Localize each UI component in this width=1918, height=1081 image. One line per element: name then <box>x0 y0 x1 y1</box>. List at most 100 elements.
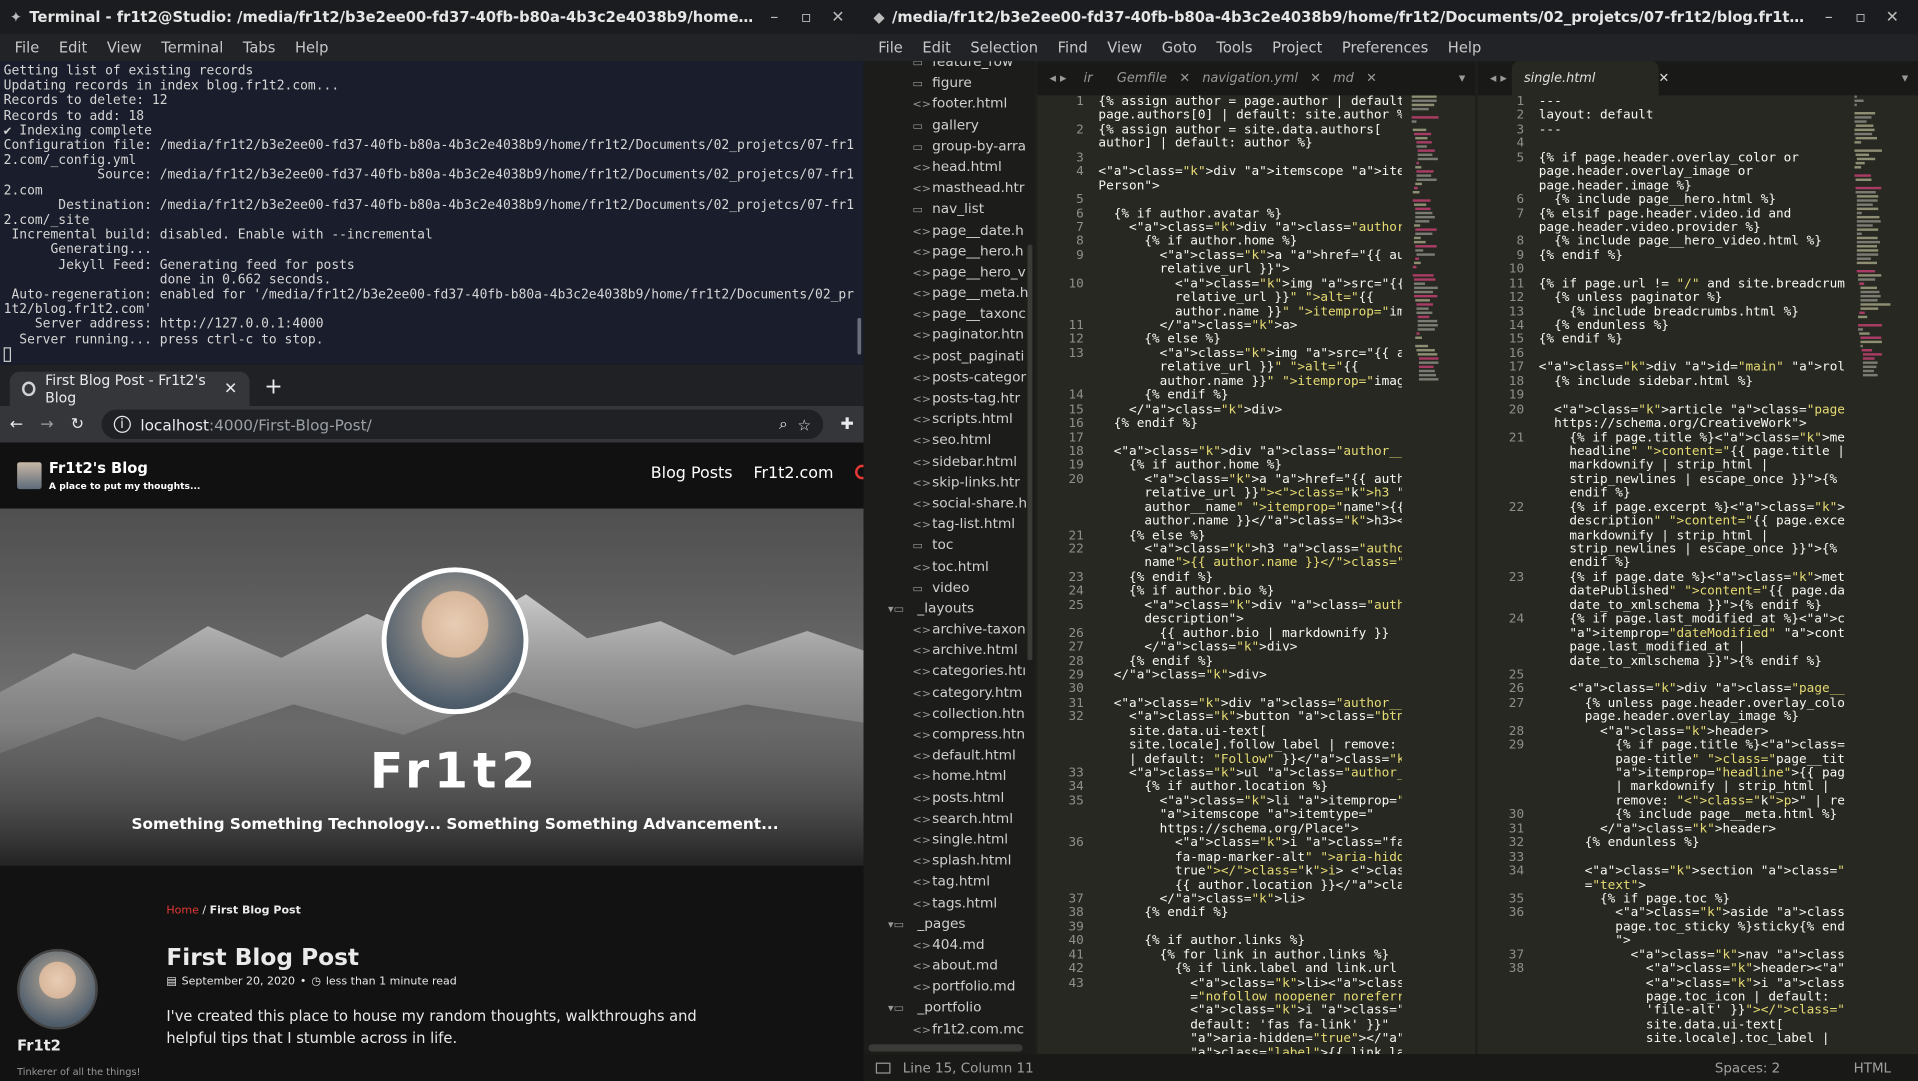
tree-file[interactable]: <>page__date.h <box>864 219 1035 240</box>
code-line[interactable]: 'file-alt' }}"></">class="k">i> {{ <box>1539 1003 1845 1018</box>
search-icon[interactable] <box>855 464 864 480</box>
code-line[interactable]: site.locale].toc_label | <box>1539 1031 1845 1046</box>
tree-file[interactable]: <>social-share.h <box>864 493 1035 514</box>
menu-project[interactable]: Project <box>1262 39 1332 56</box>
code-line[interactable]: "a">itemscope "a">itemtype=" <box>1098 807 1401 823</box>
tree-file[interactable]: <>tags.html <box>864 892 1035 913</box>
minimize-icon[interactable]: – <box>758 8 790 26</box>
close-tab-icon[interactable]: ✕ <box>224 380 237 398</box>
minimize-icon[interactable]: – <box>1813 8 1845 26</box>
tree-file[interactable]: <>search.html <box>864 808 1035 829</box>
tree-file[interactable]: <>home.html <box>864 766 1035 787</box>
new-tab-icon[interactable]: + <box>250 374 298 406</box>
code-line[interactable]: {% endunless %} <box>1539 835 1845 851</box>
code-line[interactable]: <"a">class="k">div "a">class="page__inne… <box>1539 682 1844 697</box>
tree-file[interactable]: <>page__hero_v <box>864 262 1035 283</box>
menu-edit[interactable]: Edit <box>49 39 97 56</box>
status-syntax[interactable]: HTML <box>1854 1060 1891 1076</box>
tree-folder[interactable]: ▾▭ _layouts <box>864 598 1035 619</box>
tree-folder[interactable]: ▭ feature_row <box>864 61 1035 72</box>
code-line[interactable]: date_to_xmlschema }}">{% endif %} <box>1539 654 1845 669</box>
terminal-titlebar[interactable]: ✦ Terminal - fr1t2@Studio: /media/fr1t2/… <box>0 0 864 35</box>
browser-tab[interactable]: First Blog Post - Fr1t2's Blog ✕ <box>9 371 250 406</box>
tree-file[interactable]: <>archive.html <box>864 640 1035 661</box>
code-line[interactable]: author.name }}</"a">class="k">h3></"a">c… <box>1098 514 1401 529</box>
code-line[interactable]: {% unless paginator %} <box>1539 290 1845 305</box>
code-line[interactable]: </"a">class="k">div> <box>1098 640 1401 655</box>
tree-file[interactable]: <>paginator.htn <box>864 325 1035 346</box>
tree-file[interactable]: <>skip-links.htr <box>864 472 1035 493</box>
bookmark-star-icon[interactable]: ☆ <box>797 415 811 433</box>
code-line[interactable]: <"a">class="k">div "a">id="main" "a">rol… <box>1539 360 1845 375</box>
code-line[interactable]: {% endif %} <box>1539 248 1845 263</box>
code-line[interactable]: description"> <box>1098 612 1401 627</box>
breadcrumb-home[interactable]: Home <box>166 905 199 917</box>
code-line[interactable]: {% if author.links %} <box>1098 933 1401 949</box>
tree-file[interactable]: <>sidebar.html <box>864 451 1035 472</box>
code-line[interactable]: author] | default: author %} <box>1098 136 1401 151</box>
tab-close-icon[interactable]: ✕ <box>1659 71 1670 86</box>
menu-preferences[interactable]: Preferences <box>1332 39 1438 56</box>
tree-file[interactable]: <>page__hero.h <box>864 241 1035 262</box>
menu-tools[interactable]: Tools <box>1207 39 1263 56</box>
tree-folder[interactable]: ▾▭ _portfolio <box>864 997 1035 1018</box>
menu-tabs[interactable]: Tabs <box>233 39 285 56</box>
tab-close-icon[interactable]: ✕ <box>1366 71 1377 86</box>
tree-folder[interactable]: ▭ toc <box>864 535 1035 556</box>
code-line[interactable] <box>1098 193 1401 207</box>
tree-file[interactable]: <>category.htm <box>864 682 1035 703</box>
tree-file[interactable]: <>fr1t2.com.mc <box>864 1018 1035 1039</box>
code-line[interactable]: name">{{ author.name }}</">class="k">h3> <box>1098 556 1401 571</box>
nav-fr1t2-com[interactable]: Fr1t2.com <box>753 465 833 483</box>
tree-file[interactable]: <>404.md <box>864 934 1035 955</box>
menu-help[interactable]: Help <box>1438 39 1491 56</box>
code-line[interactable]: page.authors[0] | default: site.author %… <box>1098 108 1401 123</box>
terminal-output[interactable]: Getting list of existing records Updatin… <box>0 61 854 365</box>
code-line[interactable]: {% include sidebar.html %} <box>1539 374 1845 389</box>
menu-goto[interactable]: Goto <box>1152 39 1207 56</box>
back-icon[interactable]: ← <box>10 415 23 433</box>
tab-md[interactable]: md <box>1321 61 1366 95</box>
tree-file[interactable]: <>tag-list.html <box>864 514 1035 535</box>
menu-view[interactable]: View <box>97 39 151 56</box>
tree-file[interactable]: <>compress.htn <box>864 724 1035 745</box>
tab-ir[interactable]: ir <box>1071 61 1104 95</box>
minimap-left[interactable] <box>1411 95 1466 1054</box>
tree-file[interactable]: <>default.html <box>864 745 1035 766</box>
tree-file[interactable]: <>seo.html <box>864 430 1035 451</box>
menu-edit[interactable]: Edit <box>913 39 961 56</box>
site-info-icon[interactable]: i <box>113 415 131 433</box>
code-line[interactable]: page.last_modified_at | <box>1539 640 1845 655</box>
maximize-icon[interactable]: ▫ <box>790 8 822 26</box>
status-indentation[interactable]: Spaces: 2 <box>1715 1060 1780 1076</box>
tree-folder[interactable]: ▭ figure <box>864 72 1035 93</box>
sidebar-hscrollbar[interactable] <box>868 1044 1023 1052</box>
tree-file[interactable]: <>single.html <box>864 829 1035 850</box>
tab-navigation-yml[interactable]: navigation.yml <box>1190 61 1310 95</box>
menu-find[interactable]: Find <box>1048 39 1098 56</box>
code-line[interactable]: {% include page__hero_video.html %} <box>1539 234 1845 249</box>
tree-file[interactable]: <>post_paginati <box>864 346 1035 367</box>
code-line[interactable]: page.header.overlay_image or <box>1539 164 1845 179</box>
code-line[interactable]: <"a">class="k">div "a">itemscope "a">ite… <box>1098 164 1401 179</box>
close-icon[interactable]: ✕ <box>1876 8 1908 26</box>
tree-folder[interactable]: ▭ video <box>864 577 1035 598</box>
maximize-icon[interactable]: ▫ <box>1845 8 1877 26</box>
tab-close-icon[interactable]: ✕ <box>1179 71 1190 86</box>
menu-help[interactable]: Help <box>285 39 338 56</box>
scroll-thumb[interactable] <box>857 317 862 355</box>
forward-icon[interactable]: → <box>40 415 53 433</box>
tree-file[interactable]: <>page__meta.h <box>864 283 1035 304</box>
code-view-right[interactable]: --- layout: default --- {% if page.header.o… <box>1539 95 1845 1054</box>
tree-file[interactable]: <>scripts.html <box>864 409 1035 430</box>
code-line[interactable]: markdownify | strip_html | <box>1539 458 1845 473</box>
tree-file[interactable]: <>head.html <box>864 156 1035 177</box>
code-line[interactable]: {% endif %} <box>1539 332 1845 347</box>
close-icon[interactable]: ✕ <box>822 8 854 26</box>
file-tree[interactable]: ▭ feature_row ▭ figure <>footer.html ▭ gallery… <box>863 61 1035 1055</box>
tree-folder[interactable]: ▾▭ _pages <box>864 913 1035 934</box>
code-line[interactable]: {% endif %} <box>1098 416 1401 431</box>
tree-file[interactable]: <>toc.html <box>864 556 1035 577</box>
menu-file[interactable]: File <box>868 39 912 56</box>
tree-folder[interactable]: ▭ group-by-arra <box>864 135 1035 156</box>
